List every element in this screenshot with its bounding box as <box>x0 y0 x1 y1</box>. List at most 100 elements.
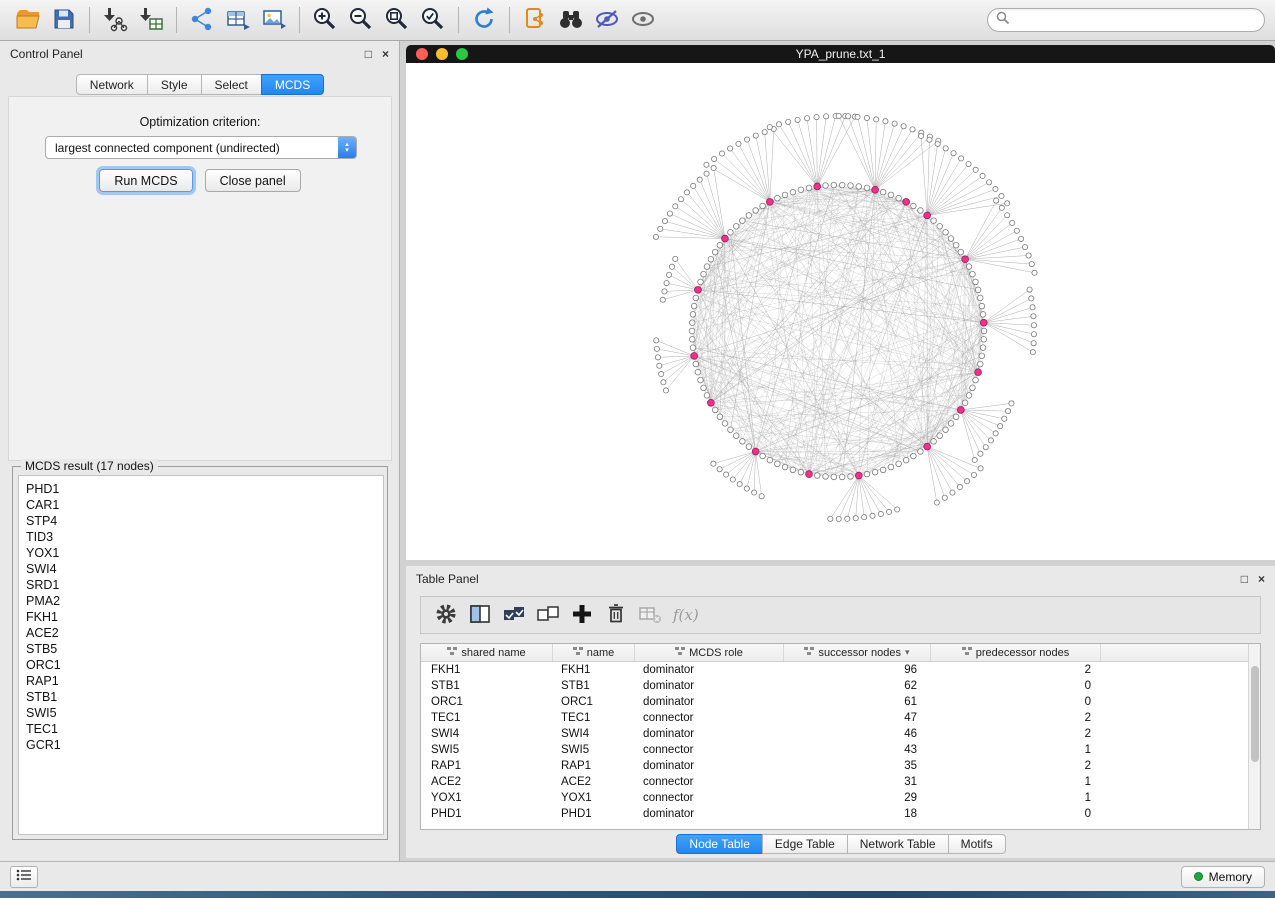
search-network-button[interactable] <box>553 3 589 37</box>
export-table-button[interactable] <box>220 3 256 37</box>
table-settings-button[interactable] <box>429 599 463 631</box>
table-row[interactable]: PHD1PHD1dominator180 <box>421 806 1260 822</box>
cell-predecessor-nodes: 2 <box>931 710 1101 726</box>
tab-style[interactable]: Style <box>147 74 202 95</box>
cell-mcds-role: dominator <box>635 806 784 822</box>
show-graphics-button[interactable] <box>625 3 661 37</box>
save-session-button[interactable] <box>46 3 82 37</box>
mcds-result-item[interactable]: YOX1 <box>26 545 383 561</box>
mcds-result-item[interactable]: SWI4 <box>26 561 383 577</box>
deselect-all-button[interactable] <box>531 599 565 631</box>
close-panel-icon[interactable]: × <box>382 48 389 60</box>
run-mcds-button[interactable]: Run MCDS <box>99 169 192 192</box>
search-box[interactable] <box>987 8 1265 32</box>
add-column-button[interactable] <box>565 599 599 631</box>
hide-graphics-button[interactable] <box>589 3 625 37</box>
float-panel-icon[interactable]: □ <box>1241 573 1248 585</box>
mcds-result-item[interactable]: STP4 <box>26 513 383 529</box>
table-row[interactable]: STB1STB1dominator620 <box>421 678 1260 694</box>
table-row[interactable]: SWI4SWI4dominator462 <box>421 726 1260 742</box>
column-header-name[interactable]: name <box>553 644 635 661</box>
cell-shared-name: SWI4 <box>421 726 553 742</box>
column-header-predecessor-nodes[interactable]: predecessor nodes <box>931 644 1101 661</box>
mcds-result-item[interactable]: STB5 <box>26 641 383 657</box>
show-columns-button[interactable] <box>463 599 497 631</box>
mcds-result-item[interactable]: SWI5 <box>26 705 383 721</box>
select-all-button[interactable] <box>497 599 531 631</box>
memory-button[interactable]: Memory <box>1181 866 1265 888</box>
mcds-result-item[interactable]: ACE2 <box>26 625 383 641</box>
table-row[interactable]: YOX1YOX1connector291 <box>421 790 1260 806</box>
delete-table-button[interactable] <box>633 599 667 631</box>
export-image-button[interactable] <box>256 3 292 37</box>
column-header-filler <box>1101 644 1260 661</box>
mcds-result-item[interactable]: TID3 <box>26 529 383 545</box>
mcds-result-item[interactable]: TEC1 <box>26 721 383 737</box>
window-maximize-button[interactable] <box>456 48 468 60</box>
search-input[interactable] <box>1016 13 1256 27</box>
network-window-titlebar[interactable]: YPA_prune.txt_1 <box>406 45 1275 63</box>
control-panel: Control Panel □ × Network Style Select M… <box>0 41 400 861</box>
close-panel-button[interactable]: Close panel <box>205 169 301 192</box>
cell-name: ORC1 <box>553 694 635 710</box>
cell-mcds-role: connector <box>635 774 784 790</box>
tab-motifs[interactable]: Motifs <box>948 834 1006 854</box>
column-header-mcds-role[interactable]: MCDS role <box>635 644 784 661</box>
tab-network[interactable]: Network <box>76 74 148 95</box>
window-close-button[interactable] <box>416 48 428 60</box>
zoom-fit-button[interactable] <box>379 3 415 37</box>
zoom-selected-button[interactable] <box>415 3 451 37</box>
binoculars-icon <box>557 7 585 34</box>
tab-select[interactable]: Select <box>201 74 262 95</box>
import-network-icon <box>102 6 128 35</box>
zoom-out-button[interactable] <box>343 3 379 37</box>
cell-name: SWI4 <box>553 726 635 742</box>
task-history-button[interactable] <box>10 866 38 888</box>
tab-network-table[interactable]: Network Table <box>847 834 949 854</box>
mcds-result-item[interactable]: FKH1 <box>26 609 383 625</box>
mcds-result-item[interactable]: CAR1 <box>26 497 383 513</box>
eye-slash-icon <box>593 7 621 34</box>
open-file-button[interactable] <box>10 3 46 37</box>
cell-name: YOX1 <box>553 790 635 806</box>
clone-network-button[interactable] <box>517 3 553 37</box>
scrollbar-thumb[interactable] <box>1251 666 1259 762</box>
column-type-icon <box>675 647 685 659</box>
mcds-result-item[interactable]: PMA2 <box>26 593 383 609</box>
window-minimize-button[interactable] <box>436 48 448 60</box>
optimization-criterion-select[interactable]: largest connected component (undirected)… <box>45 136 357 159</box>
mcds-result-item[interactable]: ORC1 <box>26 657 383 673</box>
table-row[interactable]: FKH1FKH1dominator962 <box>421 662 1260 678</box>
export-network-button[interactable] <box>184 3 220 37</box>
table-row[interactable]: ORC1ORC1dominator610 <box>421 694 1260 710</box>
zoom-in-button[interactable] <box>307 3 343 37</box>
close-panel-icon[interactable]: × <box>1258 573 1265 585</box>
import-table-from-file-button[interactable] <box>133 3 169 37</box>
table-row[interactable]: TEC1TEC1connector472 <box>421 710 1260 726</box>
mcds-result-item[interactable]: SRD1 <box>26 577 383 593</box>
table-scrollbar[interactable] <box>1248 644 1260 829</box>
cell-shared-name: ORC1 <box>421 694 553 710</box>
delete-column-button[interactable] <box>599 599 633 631</box>
import-table-icon <box>138 6 164 35</box>
mcds-result-item[interactable]: GCR1 <box>26 737 383 753</box>
sort-chevron-icon[interactable]: ▾ <box>905 647 910 658</box>
table-row[interactable]: SWI5SWI5connector431 <box>421 742 1260 758</box>
float-panel-icon[interactable]: □ <box>365 48 372 60</box>
tab-mcds[interactable]: MCDS <box>261 74 324 95</box>
tab-node-table[interactable]: Node Table <box>676 834 763 854</box>
function-builder-label[interactable]: f(x) <box>673 606 699 624</box>
cell-name: PHD1 <box>553 806 635 822</box>
network-canvas-area[interactable] <box>406 63 1275 560</box>
mcds-result-item[interactable]: RAP1 <box>26 673 383 689</box>
mcds-result-list[interactable]: PHD1 CAR1 STP4 TID3 YOX1 SWI4 SRD1 PMA2 … <box>18 475 384 835</box>
import-network-from-file-button[interactable] <box>97 3 133 37</box>
table-row[interactable]: ACE2ACE2connector311 <box>421 774 1260 790</box>
column-header-shared-name[interactable]: shared name <box>421 644 553 661</box>
mcds-result-item[interactable]: STB1 <box>26 689 383 705</box>
column-header-successor-nodes[interactable]: successor nodes ▾ <box>784 644 931 661</box>
table-row[interactable]: RAP1RAP1dominator352 <box>421 758 1260 774</box>
refresh-layout-button[interactable] <box>466 3 502 37</box>
tab-edge-table[interactable]: Edge Table <box>762 834 848 854</box>
mcds-result-item[interactable]: PHD1 <box>26 481 383 497</box>
